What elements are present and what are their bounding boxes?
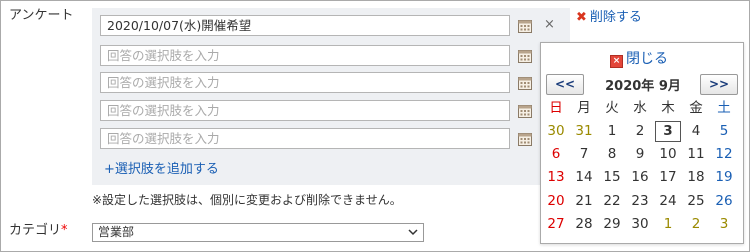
calendar-day[interactable]: 26 (711, 191, 737, 212)
calendar-day[interactable]: 13 (543, 167, 569, 188)
weekday-header: 金 (689, 100, 703, 116)
calendar-day[interactable]: 28 (571, 214, 597, 235)
calendar-day[interactable]: 20 (543, 191, 569, 212)
calendar-day[interactable]: 1 (599, 121, 625, 142)
calendar-day[interactable]: 17 (655, 167, 681, 188)
chevron-down-icon (408, 229, 418, 236)
weekday-header: 水 (633, 100, 647, 116)
category-label: カテゴリ* (9, 223, 68, 238)
calendar-day[interactable]: 7 (571, 144, 597, 165)
calendar-day[interactable]: 22 (599, 191, 625, 212)
choice-input[interactable]: 回答の選択肢を入力 (100, 100, 510, 121)
calendar-day[interactable]: 4 (683, 121, 709, 142)
calendar-day[interactable]: 12 (711, 144, 737, 165)
calendar-icon[interactable] (517, 131, 533, 147)
calendar-day[interactable]: 29 (599, 214, 625, 235)
calendar-day[interactable]: 18 (683, 167, 709, 188)
enquete-label: アンケート (9, 8, 74, 23)
calendar-day[interactable]: 30 (627, 214, 653, 235)
calendar-day[interactable]: 24 (655, 191, 681, 212)
calendar-day[interactable]: 14 (571, 167, 597, 188)
delete-link[interactable]: ✖ 削除する (576, 6, 642, 25)
next-month-button[interactable]: >> (700, 74, 738, 95)
calendar-day[interactable]: 5 (711, 121, 737, 142)
calendar-day[interactable]: 16 (627, 167, 653, 188)
calendar-month-title: 2020年 9月 (605, 79, 681, 94)
remove-choice-button[interactable]: × (544, 17, 555, 32)
calendar-day[interactable]: 9 (627, 144, 653, 165)
calendar-day[interactable]: 25 (683, 191, 709, 212)
choice-input[interactable]: 2020/10/07(水)開催希望 (100, 15, 510, 36)
calendar-close-button[interactable]: × 閉じる (610, 48, 668, 68)
category-select[interactable]: 営業部 (92, 223, 424, 242)
delete-link-label: 削除する (589, 10, 642, 25)
calendar-close-label: 閉じる (626, 51, 668, 67)
calendar-day[interactable]: 6 (543, 144, 569, 165)
calendar-day[interactable]: 23 (627, 191, 653, 212)
calendar-day[interactable]: 10 (655, 144, 681, 165)
required-mark: * (61, 223, 68, 238)
calendar-day[interactable]: 30 (543, 121, 569, 142)
calendar-day[interactable]: 31 (571, 121, 597, 142)
calendar-day[interactable]: 19 (711, 167, 737, 188)
calendar-day[interactable]: 21 (571, 191, 597, 212)
close-icon: × (610, 55, 623, 68)
calendar-popup: × 閉じる << 2020年 9月 >> 日月火水木金土 30 31 1 2 3 4 5 6 7 8 9… (540, 42, 744, 244)
calendar-icon[interactable] (517, 75, 533, 91)
calendar-day[interactable]: 3 (655, 121, 681, 142)
choices-note: ※設定した選択肢は、個別に変更および削除できません。 (92, 193, 402, 207)
weekday-header: 木 (661, 100, 675, 116)
add-choice-link[interactable]: +選択肢を追加する (104, 158, 219, 177)
calendar-day[interactable]: 2 (683, 214, 709, 235)
calendar-day[interactable]: 27 (543, 214, 569, 235)
category-select-value: 営業部 (98, 225, 135, 239)
delete-icon: ✖ (576, 10, 587, 25)
calendar-icon[interactable] (517, 18, 533, 34)
calendar-day[interactable]: 2 (627, 121, 653, 142)
weekday-header: 火 (605, 100, 619, 116)
calendar-day[interactable]: 11 (683, 144, 709, 165)
calendar-day[interactable]: 15 (599, 167, 625, 188)
calendar-day[interactable]: 3 (711, 214, 737, 235)
calendar-day[interactable]: 8 (599, 144, 625, 165)
weekday-header: 月 (577, 100, 591, 116)
weekday-header: 日 (549, 100, 563, 116)
choice-input[interactable]: 回答の選択肢を入力 (100, 72, 510, 93)
calendar-day[interactable]: 1 (655, 214, 681, 235)
weekday-header: 土 (717, 100, 731, 116)
calendar-icon[interactable] (517, 48, 533, 64)
choice-input[interactable]: 回答の選択肢を入力 (100, 45, 510, 66)
prev-month-button[interactable]: << (546, 74, 584, 95)
calendar-icon[interactable] (517, 103, 533, 119)
choice-input[interactable]: 回答の選択肢を入力 (100, 128, 510, 149)
